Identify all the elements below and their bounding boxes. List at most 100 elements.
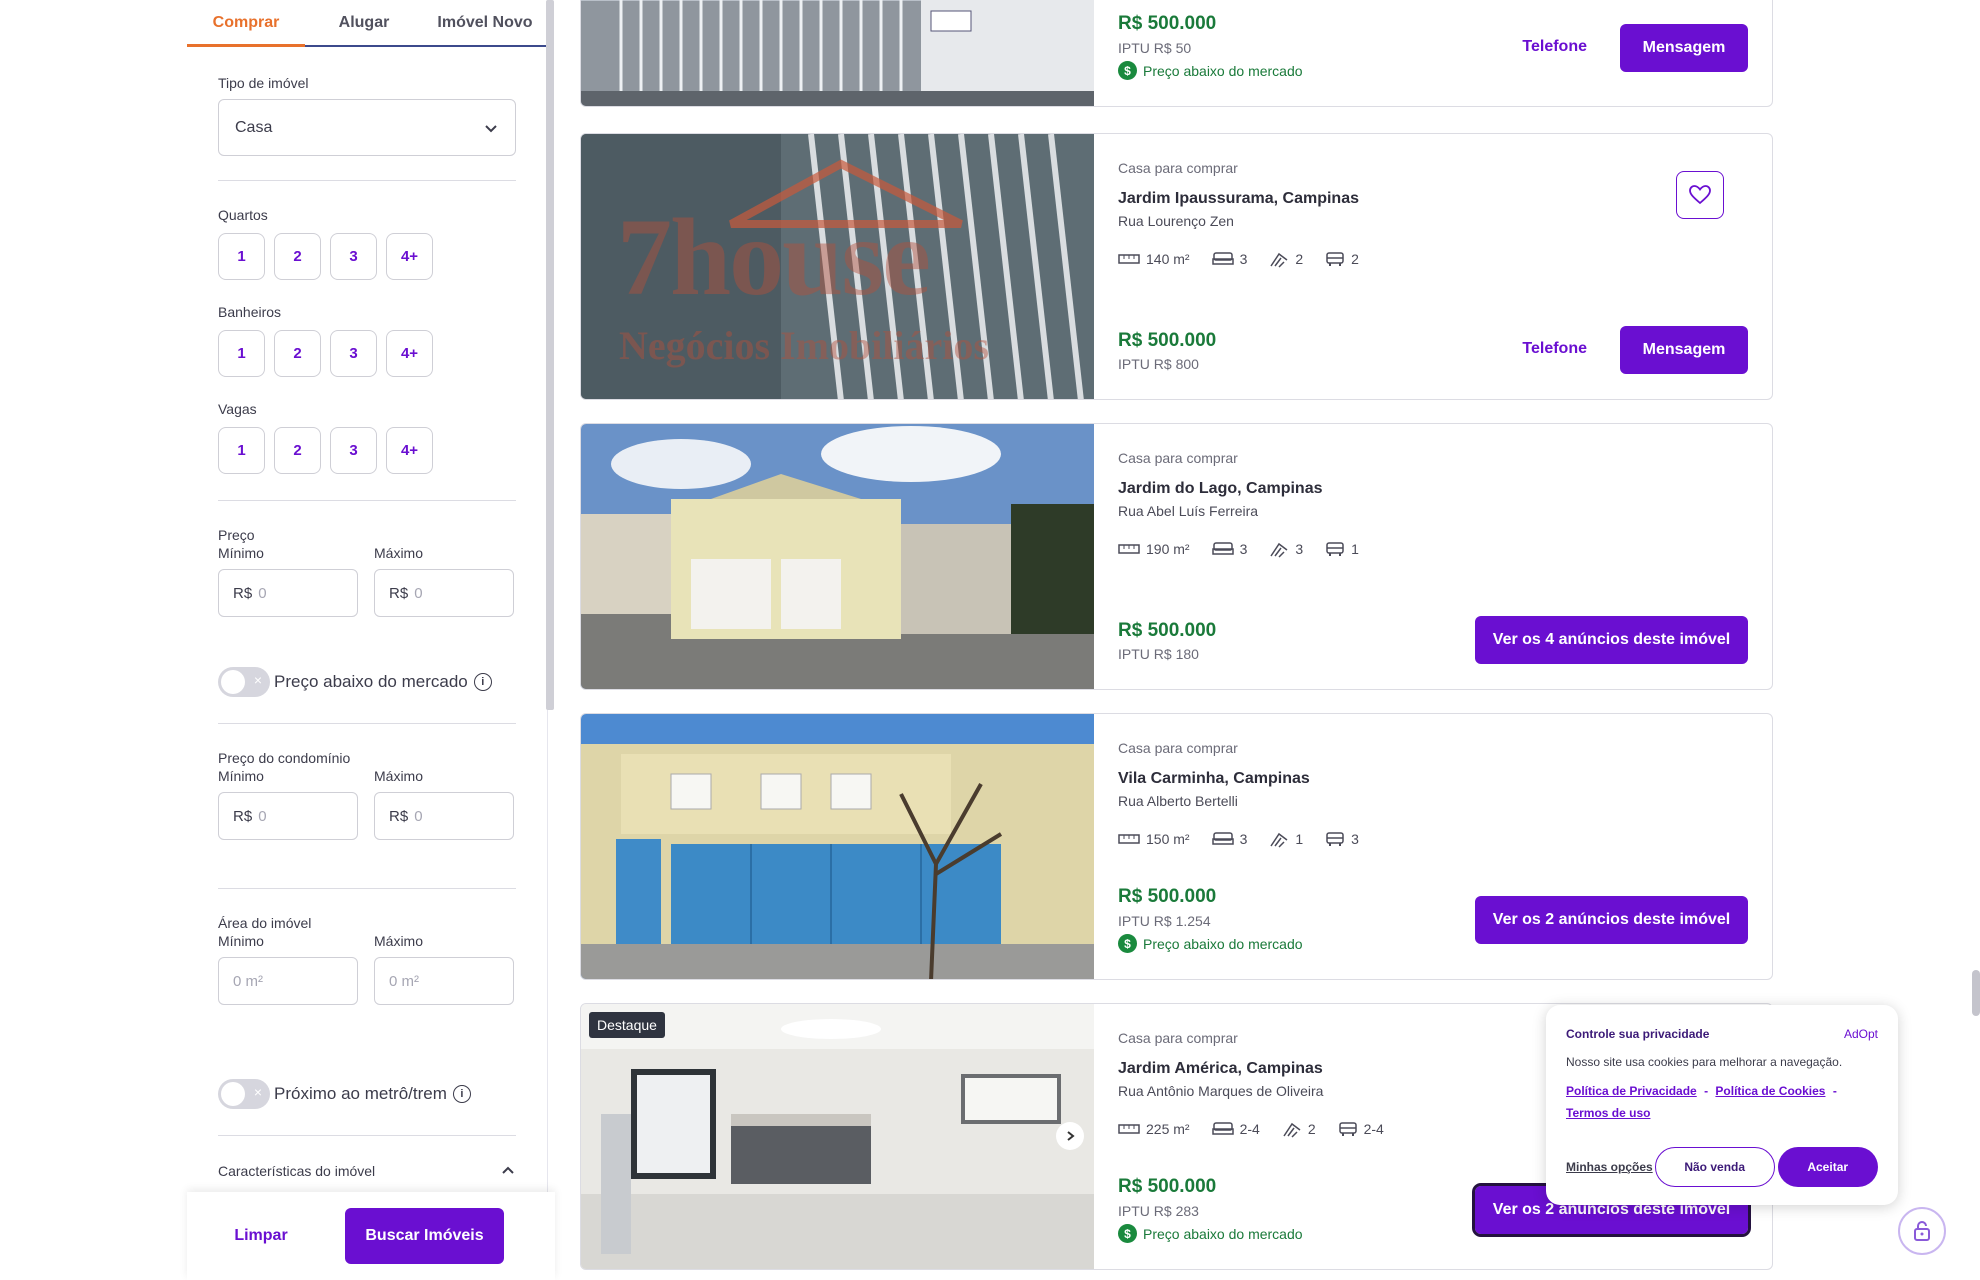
- search-mode-tabs: Comprar Alugar Imóvel Novo: [187, 0, 547, 47]
- quartos-option-1[interactable]: 1: [218, 233, 265, 280]
- listing-card[interactable]: Casa para comprar Vila Carminha, Campina…: [580, 713, 1773, 980]
- spec-parking: 1: [1325, 540, 1359, 558]
- info-icon[interactable]: i: [452, 1085, 471, 1103]
- tab-comprar[interactable]: Comprar: [187, 0, 305, 47]
- minhas-opcoes-link[interactable]: Minhas opções: [1566, 1160, 1653, 1174]
- banheiros-option-2[interactable]: 2: [274, 330, 321, 377]
- telefone-button[interactable]: Telefone: [1522, 38, 1587, 56]
- vagas-option-3[interactable]: 3: [330, 427, 377, 474]
- spec-bathrooms: 1: [1269, 830, 1303, 848]
- page-scrollbar[interactable]: [1972, 970, 1980, 1016]
- limpar-button[interactable]: Limpar: [203, 1227, 319, 1245]
- ver-anuncios-button[interactable]: Ver os 2 anúncios deste imóvel: [1475, 896, 1748, 944]
- tab-imovel-novo[interactable]: Imóvel Novo: [423, 0, 547, 45]
- listing-iptu: IPTU R$ 283: [1118, 1203, 1199, 1219]
- listing-card[interactable]: Casa para comprar Jardim do Lago, Campin…: [580, 423, 1773, 690]
- divider: [218, 500, 516, 501]
- listing-photo[interactable]: [581, 424, 1094, 689]
- metro-toggle[interactable]: [218, 1079, 270, 1109]
- condominio-max-input[interactable]: R$ 0: [374, 792, 514, 840]
- condominio-max-label: Máximo: [374, 768, 424, 784]
- padlock-icon: [1914, 1221, 1930, 1241]
- listing-photo[interactable]: 7house Negócios Imobiliários: [581, 134, 1094, 399]
- listing-photo[interactable]: Destaque: [581, 1004, 1094, 1269]
- area-max-input[interactable]: 0 m²: [374, 957, 514, 1005]
- listing-info: Casa para comprar Jardim Ipaussurama, Ca…: [1118, 134, 1772, 399]
- listing-info: R$ 500.000 IPTU R$ 50 $ Preço abaixo do …: [1118, 0, 1772, 106]
- vagas-option-2[interactable]: 2: [274, 427, 321, 474]
- cookie-policy-link[interactable]: Política de Cookies: [1715, 1084, 1825, 1098]
- tipo-select[interactable]: Casa: [218, 99, 516, 156]
- preco-abaixo-label: Preço abaixo do mercado: [274, 672, 468, 691]
- listing-price: R$ 500.000: [1118, 1176, 1217, 1197]
- banheiros-option-1[interactable]: 1: [218, 330, 265, 377]
- quartos-option-4plus[interactable]: 4+: [386, 233, 433, 280]
- listing-price: R$ 500.000: [1118, 620, 1217, 641]
- telefone-button[interactable]: Telefone: [1522, 340, 1587, 358]
- car-icon: [1326, 542, 1344, 556]
- listing-specs: 225 m² 2-4 2 2-4: [1118, 1120, 1384, 1138]
- area-range: Mínimo 0 m² Máximo 0 m²: [218, 933, 516, 1005]
- preco-max-input[interactable]: R$ 0: [374, 569, 514, 617]
- car-icon: [1326, 252, 1344, 266]
- tab-alugar[interactable]: Alugar: [305, 0, 423, 45]
- info-icon[interactable]: i: [473, 673, 492, 691]
- placeholder: 0: [258, 807, 267, 825]
- privacy-settings-button[interactable]: [1898, 1207, 1946, 1255]
- quartos-option-3[interactable]: 3: [330, 233, 377, 280]
- area-value: 190 m²: [1146, 541, 1190, 557]
- quartos-options: 1 2 3 4+: [218, 233, 516, 280]
- area-min-input[interactable]: 0 m²: [218, 957, 358, 1005]
- aceitar-button[interactable]: Aceitar: [1777, 1147, 1878, 1187]
- caracteristicas-header[interactable]: Características do imóvel: [218, 1163, 516, 1179]
- listing-iptu: IPTU R$ 800: [1118, 356, 1199, 372]
- listing-title[interactable]: Vila Carminha, Campinas: [1118, 770, 1310, 788]
- favorite-button[interactable]: [1676, 171, 1724, 219]
- listing-photo[interactable]: [581, 0, 1094, 106]
- mensagem-button[interactable]: Mensagem: [1620, 326, 1748, 374]
- bedrooms-value: 3: [1239, 251, 1248, 267]
- listing-card[interactable]: R$ 500.000 IPTU R$ 50 $ Preço abaixo do …: [580, 0, 1773, 107]
- listing-photo[interactable]: [581, 714, 1094, 979]
- nao-venda-button[interactable]: Não venda: [1654, 1147, 1775, 1187]
- vagas-label: Vagas: [218, 401, 257, 417]
- ver-anuncios-button[interactable]: Ver os 4 anúncios deste imóvel: [1475, 616, 1748, 664]
- below-market-label: Preço abaixo do mercado: [1143, 62, 1303, 79]
- listing-title[interactable]: Jardim do Lago, Campinas: [1118, 480, 1322, 498]
- spec-bedrooms: 3: [1211, 830, 1247, 848]
- spec-area: 140 m²: [1118, 250, 1190, 268]
- preco-abaixo-toggle[interactable]: [218, 667, 270, 697]
- next-photo-button[interactable]: [1056, 1122, 1084, 1150]
- spec-bedrooms: 3: [1211, 250, 1248, 268]
- area-value: 140 m²: [1146, 251, 1190, 267]
- sidebar-scrollbar[interactable]: [546, 0, 554, 710]
- buscar-button[interactable]: Buscar Imóveis: [345, 1208, 504, 1264]
- chevron-down-icon: [485, 124, 497, 132]
- below-market-tag: $ Preço abaixo do mercado: [1118, 61, 1303, 80]
- banheiros-option-4plus[interactable]: 4+: [386, 330, 433, 377]
- listing-card[interactable]: 7house Negócios Imobiliários Casa para c…: [580, 133, 1773, 400]
- mensagem-button[interactable]: Mensagem: [1620, 24, 1748, 72]
- divider: [218, 180, 516, 181]
- condominio-min-input[interactable]: R$ 0: [218, 792, 358, 840]
- banheiros-option-3[interactable]: 3: [330, 330, 377, 377]
- dollar-icon: $: [1118, 61, 1137, 80]
- bed-icon: [1211, 1122, 1234, 1135]
- privacy-policy-link[interactable]: Política de Privacidade: [1566, 1084, 1697, 1098]
- listing-title[interactable]: Jardim América, Campinas: [1118, 1060, 1323, 1078]
- listing-title[interactable]: Jardim Ipaussurama, Campinas: [1118, 190, 1359, 208]
- bathrooms-value: 1: [1295, 831, 1304, 847]
- parking-value: 2: [1351, 251, 1359, 267]
- quartos-label: Quartos: [218, 207, 268, 223]
- destaque-badge: Destaque: [589, 1012, 665, 1038]
- vagas-option-4plus[interactable]: 4+: [386, 427, 433, 474]
- vagas-option-1[interactable]: 1: [218, 427, 265, 474]
- listing-type: Casa para comprar: [1118, 1030, 1238, 1046]
- preco-min-input[interactable]: R$ 0: [218, 569, 358, 617]
- condominio-label: Preço do condomínio: [218, 750, 351, 766]
- quartos-option-2[interactable]: 2: [274, 233, 321, 280]
- listing-address: Rua Antônio Marques de Oliveira: [1118, 1083, 1324, 1099]
- parking-value: 2-4: [1363, 1121, 1384, 1137]
- terms-link[interactable]: Termos de uso: [1566, 1106, 1650, 1120]
- cookie-brand[interactable]: AdOpt: [1844, 1027, 1878, 1041]
